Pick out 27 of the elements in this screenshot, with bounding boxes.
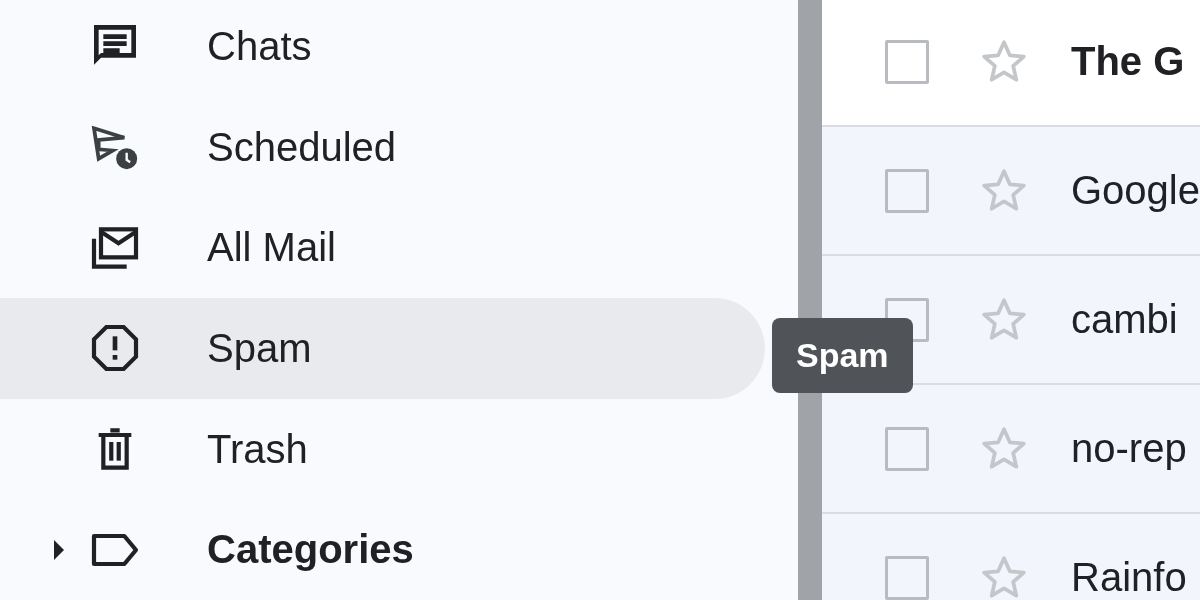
nav-label: Categories <box>207 527 414 573</box>
nav-group-item[interactable]: Categories <box>0 499 765 600</box>
message-row[interactable]: no-rep <box>822 385 1200 514</box>
nav-label: Chats <box>207 23 312 69</box>
nav-label: Scheduled <box>207 124 397 170</box>
sender-name: cambi <box>1071 297 1178 342</box>
sender-name: The G <box>1071 39 1185 84</box>
nav-label: All Mail <box>207 225 336 271</box>
tooltip: Spam <box>772 318 913 393</box>
nav-item[interactable]: Chats <box>0 0 765 97</box>
message-row[interactable]: Google <box>822 127 1200 256</box>
message-row[interactable]: Rainfo <box>822 514 1200 600</box>
nav-item[interactable]: Trash <box>0 398 765 500</box>
sender-name: no-rep <box>1071 426 1187 471</box>
nav-label: Spam <box>207 325 312 371</box>
sender-name: Rainfo <box>1071 555 1187 600</box>
expand-arrow-icon[interactable] <box>52 537 66 562</box>
nav-label: Trash <box>207 426 308 472</box>
checkbox[interactable] <box>885 426 929 471</box>
nav-item[interactable]: All Mail <box>0 197 765 298</box>
checkbox[interactable] <box>885 168 929 213</box>
nav-item[interactable]: Scheduled <box>0 96 765 198</box>
message-row[interactable]: The G <box>822 0 1200 127</box>
checkbox[interactable] <box>885 555 929 600</box>
checkbox[interactable] <box>885 39 929 84</box>
sender-name: Google <box>1071 168 1200 213</box>
nav-item[interactable]: Spam <box>0 298 765 399</box>
